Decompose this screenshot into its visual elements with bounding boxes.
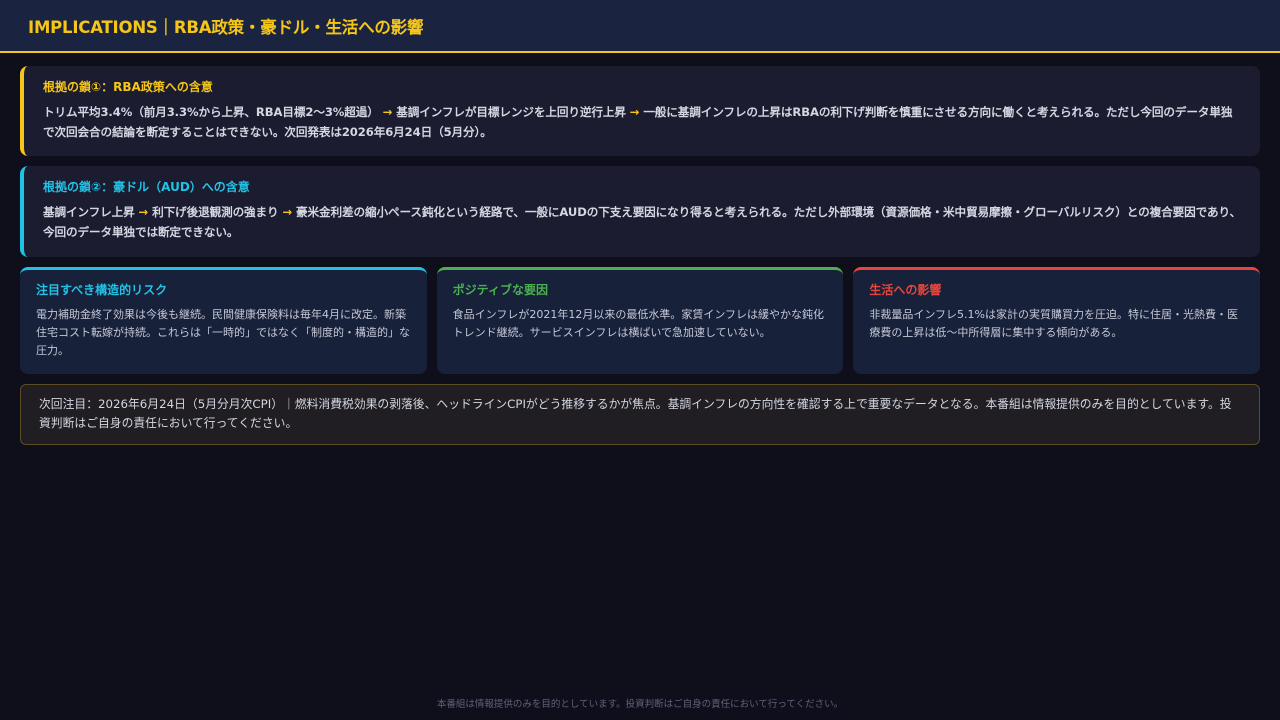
aud-title: 根拠の鎖②：豪ドル（AUD）への含意	[43, 180, 250, 194]
arrow-icon: →	[138, 205, 149, 219]
header-bar: IMPLICATIONS｜RBA政策・豪ドル・生活への影響	[0, 0, 1280, 53]
card-row: 注目すべき構造的リスク 電力補助金終了効果は今後も継続。民間健康保険料は毎年4月…	[20, 267, 1261, 374]
positive-factors-card: ポジティブな要因 食品インフレが2021年12月以来の最低水準。家賃インフレは緩…	[436, 267, 844, 374]
card-title: ポジティブな要因	[452, 283, 548, 297]
aud-seg2: 利下げ後退観測の強まり	[152, 205, 279, 219]
card-title: 生活への影響	[869, 283, 942, 297]
rba-policy-panel: 根拠の鎖①：RBA政策への含意 トリム平均3.4%（前月3.3%から上昇、RBA…	[20, 66, 1260, 156]
disclaimer-footer: 本番組は情報提供のみを目的としています。投資判断はご自身の責任において行ってくだ…	[436, 699, 844, 710]
aud-body: 基調インフレ上昇 → 利下げ後退観測の強まり → 豪米金利差の縮小ペース鈍化とい…	[43, 202, 1242, 242]
rba-policy-seg2: 基調インフレが目標レンジを上回り逆行上昇	[396, 105, 626, 119]
aud-panel: 根拠の鎖②：豪ドル（AUD）への含意 基調インフレ上昇 → 利下げ後退観測の強ま…	[20, 166, 1260, 257]
page-title: IMPLICATIONS｜RBA政策・豪ドル・生活への影響	[28, 17, 424, 37]
card-title: 注目すべき構造的リスク	[36, 283, 168, 297]
life-impact-card: 生活への影響 非裁量品インフレ5.1%は家計の実質購買力を圧迫。特に住居・光熱費…	[853, 267, 1261, 374]
arrow-icon: →	[629, 105, 640, 119]
rba-policy-seg1: トリム平均3.4%（前月3.3%から上昇、RBA目標2〜3%超過）	[43, 105, 379, 119]
rba-policy-body: トリム平均3.4%（前月3.3%から上昇、RBA目標2〜3%超過） → 基調イン…	[43, 102, 1242, 142]
card-body: 非裁量品インフレ5.1%は家計の実質購買力を圧迫。特に住居・光熱費・医療費の上昇…	[869, 308, 1238, 339]
arrow-icon: →	[382, 105, 393, 119]
card-body: 食品インフレが2021年12月以来の最低水準。家賃インフレは緩やかな鈍化トレンド…	[452, 308, 825, 339]
structural-risk-card: 注目すべき構造的リスク 電力補助金終了効果は今後も継続。民間健康保険料は毎年4月…	[20, 267, 427, 374]
arrow-icon: →	[282, 205, 293, 219]
aud-seg1: 基調インフレ上昇	[43, 205, 135, 219]
card-body: 電力補助金終了効果は今後も継続。民間健康保険料は毎年4月に改定。新築住宅コスト転…	[36, 308, 410, 357]
rba-policy-title: 根拠の鎖①：RBA政策への含意	[43, 80, 213, 94]
next-focus-note: 次回注目：2026年6月24日（5月分月次CPI）｜燃料消費税効果の剥落後、ヘッ…	[20, 384, 1260, 445]
